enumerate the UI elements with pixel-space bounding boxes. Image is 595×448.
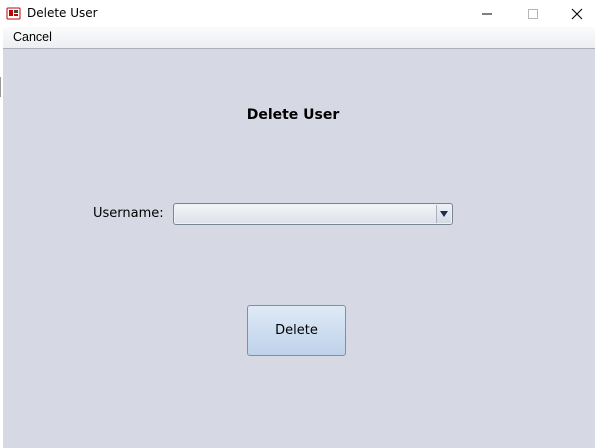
maximize-icon <box>528 8 538 19</box>
dropdown-arrow-button[interactable] <box>436 205 451 223</box>
username-label: Username: <box>93 206 164 221</box>
minimize-icon <box>482 13 492 14</box>
delete-button[interactable]: Delete <box>247 305 346 356</box>
page-title: Delete User <box>246 107 340 123</box>
window-title: Delete User <box>27 6 98 20</box>
title-bar: Delete User <box>0 0 595 27</box>
chevron-down-icon <box>440 211 448 217</box>
minimize-button[interactable] <box>464 0 510 27</box>
content-panel: Delete User Username: Delete <box>3 49 595 448</box>
menu-item-cancel[interactable]: Cancel <box>13 30 52 45</box>
maximize-button[interactable] <box>510 0 556 27</box>
close-icon <box>571 8 583 19</box>
java-app-icon <box>6 7 21 20</box>
close-button[interactable] <box>554 0 595 27</box>
username-dropdown[interactable] <box>173 203 453 225</box>
menu-bar: Cancel <box>3 27 595 49</box>
